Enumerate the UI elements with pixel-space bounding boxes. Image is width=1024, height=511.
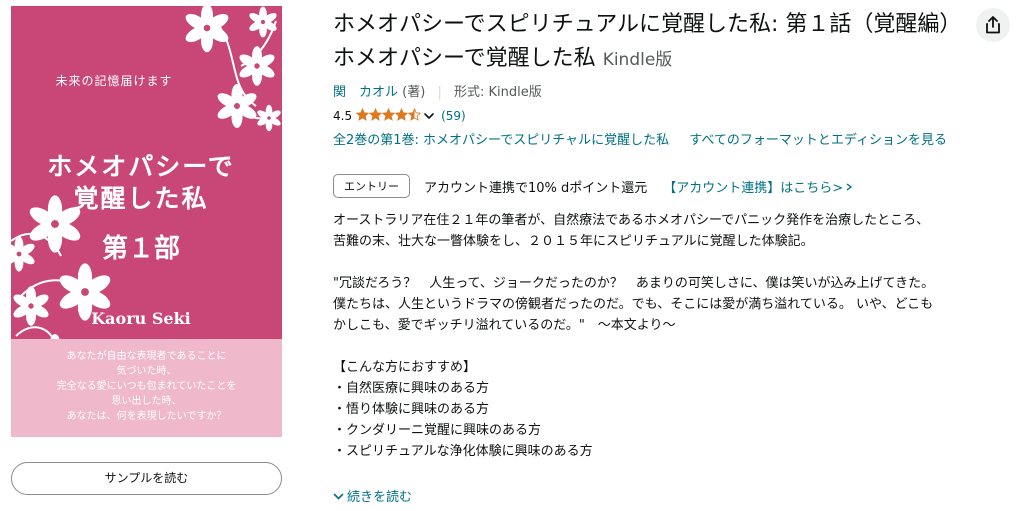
cover-quote-line: 思い出した時、 [111, 396, 182, 407]
cover-quote-line: あなたが自由な表現者であることに [66, 351, 227, 362]
recommend-item: ・悟り体験に興味のある方 [333, 402, 490, 417]
product-details: ホメオパシーでスピリチュアルに覚醒した私: 第１話（覚醒編） ホメオパシーで覚醒… [333, 8, 1019, 462]
recommend-item: ・自然医療に興味のある方 [333, 381, 490, 396]
all-formats-link[interactable]: すべてのフォーマットとエディションを見る [689, 133, 947, 148]
chevron-down-icon[interactable] [423, 111, 435, 121]
description-line: かしこも、愛でギッチリ溢れているのだ。" ～本文より～ [333, 318, 676, 333]
cover-quote-line: あなたは、何を表現したいですか？ [66, 411, 227, 422]
chevron-down-icon [333, 493, 344, 500]
star-icon [407, 107, 422, 121]
promo-row: エントリー アカウント連携で10% dポイント還元 【アカウント連携】はこちら> [333, 174, 1019, 198]
entry-badge[interactable]: エントリー [333, 174, 410, 198]
share-button[interactable] [976, 8, 1010, 42]
rating-count-link[interactable]: (59) [441, 109, 466, 123]
rating-row: 4.5 (59) [333, 107, 1019, 125]
cover-volume: 第１部 [101, 234, 180, 264]
description-line: 苦難の末、壮大な一瞥体験をし、２０１５年にスピリチュアルに覚醒した体験記。 [333, 234, 814, 249]
cover-author: Kaoru Seki [91, 309, 191, 328]
star-icon [394, 107, 409, 121]
product-format-suffix: Kindle版 [602, 50, 673, 70]
description-line: "冗談だろう？ 人生って、ジョークだったのか？ あまりの可笑しさに、僕は笑いが込… [333, 276, 935, 291]
share-icon [986, 16, 1000, 34]
read-sample-button[interactable]: サンプルを読む [11, 462, 282, 495]
read-more-label: 続きを読む [347, 490, 413, 505]
description-line: オーストラリア在住２１年の筆者が、自然療法であるホメオパシーでパニック発作を治療… [333, 213, 930, 228]
byline-divider: | [437, 85, 442, 100]
author-link[interactable]: 関 カオル [333, 85, 398, 100]
book-cover[interactable]: 未来の記憶届けます ホメオパシーで 覚醒した私 第１部 Kaoru Seki あ… [11, 6, 282, 437]
byline: 関 カオル (著) | 形式: Kindle版 [333, 81, 1019, 101]
recommend-item: ・スピリチュアルな浄化体験に興味のある方 [333, 444, 593, 459]
cover-quote: あなたが自由な表現者であることに 気づいた時、 完全なる愛にいつも包まれていたこ… [11, 339, 282, 437]
product-title: ホメオパシーでスピリチュアルに覚醒した私: 第１話（覚醒編） ホメオパシーで覚醒… [333, 8, 973, 77]
recommend-heading: 【こんな方におすすめ】 [333, 360, 477, 375]
rating-value: 4.5 [333, 109, 353, 123]
promo-text: アカウント連携で10% dポイント還元 [424, 180, 648, 196]
author-role: (著) [402, 85, 426, 100]
recommend-item: ・クンダリーニ覚醒に興味のある方 [333, 423, 542, 438]
account-link-label: 【アカウント連携】はこちら> [663, 180, 844, 196]
star-icon [355, 107, 370, 121]
format-label: 形式: Kindle版 [453, 85, 542, 100]
star-icon [381, 107, 396, 121]
product-description: オーストラリア在住２１年の筆者が、自然療法であるホメオパシーでパニック発作を治療… [333, 210, 1019, 462]
cover-quote-line: 気づいた時、 [116, 366, 177, 377]
description-line: 僕たちは、人生というドラマの傍観者だったのだ。でも、そこには愛が満ち溢れている。… [333, 297, 934, 312]
cover-quote-line: 完全なる愛にいつも包まれていたことを [56, 381, 237, 392]
chevron-right-icon [846, 182, 853, 191]
cover-tagline: 未来の記憶届けます [55, 74, 173, 88]
star-icon [368, 107, 383, 121]
description-paragraph: オーストラリア在住２１年の筆者が、自然療法であるホメオパシーでパニック発作を治療… [333, 210, 1019, 252]
rating-stars[interactable] [355, 107, 422, 124]
cover-title: ホメオパシーで 覚醒した私 [31, 151, 251, 215]
cover-title-line1: ホメオパシーで [47, 152, 235, 181]
read-more-link[interactable]: 続きを読む [333, 486, 412, 505]
series-row: 全2巻の第1巻: ホメオパシーでスピリチャルに覚醒した私 すべてのフォーマットと… [333, 129, 1019, 149]
cover-title-line2: 覚醒した私 [73, 184, 209, 213]
description-paragraph: "冗談だろう？ 人生って、ジョークだったのか？ あまりの可笑しさに、僕は笑いが込… [333, 273, 1019, 336]
recommend-list: 【こんな方におすすめ】 ・自然医療に興味のある方 ・悟り体験に興味のある方 ・ク… [333, 357, 1019, 462]
series-link[interactable]: 全2巻の第1巻: ホメオパシーでスピリチャルに覚醒した私 [333, 133, 669, 148]
account-link[interactable]: 【アカウント連携】はこちら> [663, 177, 853, 196]
